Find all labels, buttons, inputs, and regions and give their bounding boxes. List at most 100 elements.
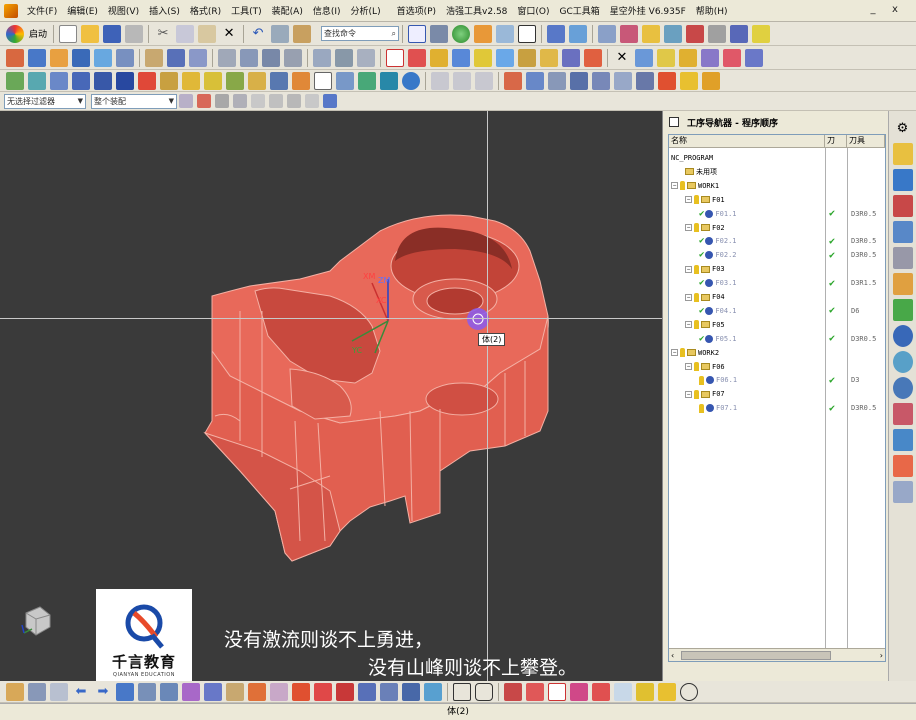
page-icon[interactable] [314, 71, 332, 90]
fan-icon[interactable] [570, 682, 588, 701]
column-name[interactable]: 名称 [669, 135, 825, 147]
tree-row[interactable]: ✔ F02.2 ✔ D3R0.5 [669, 248, 885, 262]
tree-row[interactable]: − F03 [669, 262, 885, 276]
step-icon[interactable] [357, 48, 375, 67]
menu-help[interactable]: 帮助(H) [691, 4, 733, 17]
tree-row[interactable]: − F04 [669, 290, 885, 304]
tree-row[interactable]: − F01 [669, 193, 885, 207]
document-icon[interactable] [50, 682, 68, 701]
list-icon[interactable] [636, 71, 654, 90]
move-icon[interactable] [145, 48, 163, 67]
spiral-icon[interactable] [892, 325, 913, 347]
info-icon[interactable] [658, 71, 676, 90]
note-icon[interactable] [680, 71, 698, 90]
copy-icon[interactable] [176, 24, 195, 43]
shell-icon[interactable] [204, 682, 222, 701]
sphere-icon[interactable] [452, 24, 471, 43]
menu-tools[interactable]: 工具(T) [226, 4, 267, 17]
assembly-icon[interactable] [892, 169, 913, 191]
attribute-icon[interactable] [540, 48, 558, 67]
selection-filter-dropdown[interactable]: 无选择过滤器 ▼ [4, 93, 86, 109]
deselect-icon[interactable] [215, 94, 229, 108]
frame-icon[interactable] [614, 71, 632, 90]
collapse-icon[interactable]: − [685, 363, 692, 370]
blank-box-icon[interactable] [475, 71, 493, 90]
menu-format[interactable]: 格式(R) [185, 4, 226, 17]
shop-doc-icon[interactable] [745, 48, 763, 67]
next-icon[interactable] [335, 48, 353, 67]
selection-scope-dropdown[interactable]: 整个装配 ▼ [91, 93, 177, 109]
machine-icon[interactable] [892, 455, 913, 477]
blank-icon[interactable] [28, 71, 46, 90]
create-operation-icon[interactable] [496, 48, 514, 67]
intersect-icon[interactable] [358, 682, 376, 701]
scroll-thumb[interactable] [681, 650, 831, 660]
select-all-icon[interactable] [197, 94, 211, 108]
web-icon[interactable] [892, 351, 913, 373]
arrow-icon[interactable] [642, 24, 661, 43]
measure-icon[interactable] [686, 24, 705, 43]
arc-icon[interactable] [240, 48, 258, 67]
replay-icon[interactable] [679, 48, 697, 67]
extrude-icon[interactable] [28, 48, 46, 67]
blank-box-icon[interactable] [453, 71, 471, 90]
menu-view[interactable]: 视图(V) [103, 4, 144, 17]
chamfer-icon[interactable] [248, 682, 266, 701]
edit-feature-icon[interactable] [6, 48, 24, 67]
ruler-icon[interactable] [752, 24, 771, 43]
menu-assembly[interactable]: 装配(A) [267, 4, 308, 17]
create-program-icon[interactable] [408, 48, 426, 67]
filter-icon[interactable] [179, 94, 193, 108]
start-icon[interactable] [6, 24, 24, 43]
menu-insert[interactable]: 插入(S) [144, 4, 185, 17]
mirror-icon[interactable] [402, 682, 420, 701]
wcs-icon[interactable] [386, 48, 404, 67]
sew-icon[interactable] [424, 682, 442, 701]
collapse-icon[interactable]: − [685, 293, 692, 301]
menu-gc-toolbox[interactable]: GC工具箱 [555, 4, 605, 17]
print-icon[interactable] [125, 24, 144, 43]
screen-icon[interactable] [380, 71, 398, 90]
menu-haoqiang-tools[interactable]: 浩强工具v2.58 [441, 4, 512, 17]
dialog-icon[interactable] [570, 71, 588, 90]
system-icon[interactable] [892, 481, 913, 503]
speed-icon[interactable] [182, 71, 200, 90]
paint-icon[interactable] [474, 24, 493, 43]
snap-arrow-icon[interactable] [730, 24, 749, 43]
view-triad-icon[interactable] [18, 603, 54, 639]
copy-operation-icon[interactable] [635, 48, 653, 67]
menu-preferences[interactable]: 首选项(P) [392, 4, 441, 17]
collapse-icon[interactable]: − [685, 265, 692, 273]
image-icon[interactable] [336, 71, 354, 90]
nav-icon[interactable] [892, 143, 913, 165]
plot-icon[interactable] [892, 429, 913, 451]
cube-select-icon[interactable] [323, 94, 337, 108]
layer-icon[interactable] [430, 24, 449, 43]
constraint-icon[interactable] [892, 195, 913, 217]
grid-icon[interactable] [408, 24, 427, 43]
generate-icon[interactable] [657, 48, 675, 67]
horizontal-scrollbar[interactable]: ‹ › [669, 648, 885, 661]
menu-edit[interactable]: 编辑(E) [62, 4, 103, 17]
tree-row[interactable]: F07.1 ✔ D3R0.5 [669, 401, 885, 415]
subtract-icon[interactable] [336, 682, 354, 701]
workpiece-icon[interactable] [94, 71, 112, 90]
tree-row[interactable]: − F06 [669, 360, 885, 374]
create-tool-icon[interactable] [430, 48, 448, 67]
boss-icon[interactable] [94, 48, 112, 67]
menu-xingkong-plugin[interactable]: 星空外挂 V6.935F [605, 4, 691, 17]
pattern-icon[interactable] [380, 682, 398, 701]
lasso-icon[interactable] [269, 94, 283, 108]
graphics-viewport[interactable]: XM ZM XC YC 体(2) 千言教育 QIANYAN EDUCATION … [0, 111, 662, 681]
view-box-icon[interactable] [518, 24, 537, 43]
operation-tree[interactable]: 名称 刀 刀具 NC_PROGRAM 未用项 − WORK1− F01 ✔ F01.1 ✔ D3… [668, 134, 886, 662]
open-folder-icon[interactable] [81, 24, 100, 43]
properties-icon[interactable] [518, 48, 536, 67]
collapse-icon[interactable]: − [671, 349, 678, 357]
tool-icon[interactable] [892, 247, 913, 269]
close-button[interactable]: x [888, 3, 902, 17]
collapse-icon[interactable]: − [685, 390, 692, 398]
scroll-right-icon[interactable]: › [880, 651, 883, 660]
menu-window[interactable]: 窗口(O) [512, 4, 554, 17]
library-icon[interactable] [892, 299, 913, 321]
